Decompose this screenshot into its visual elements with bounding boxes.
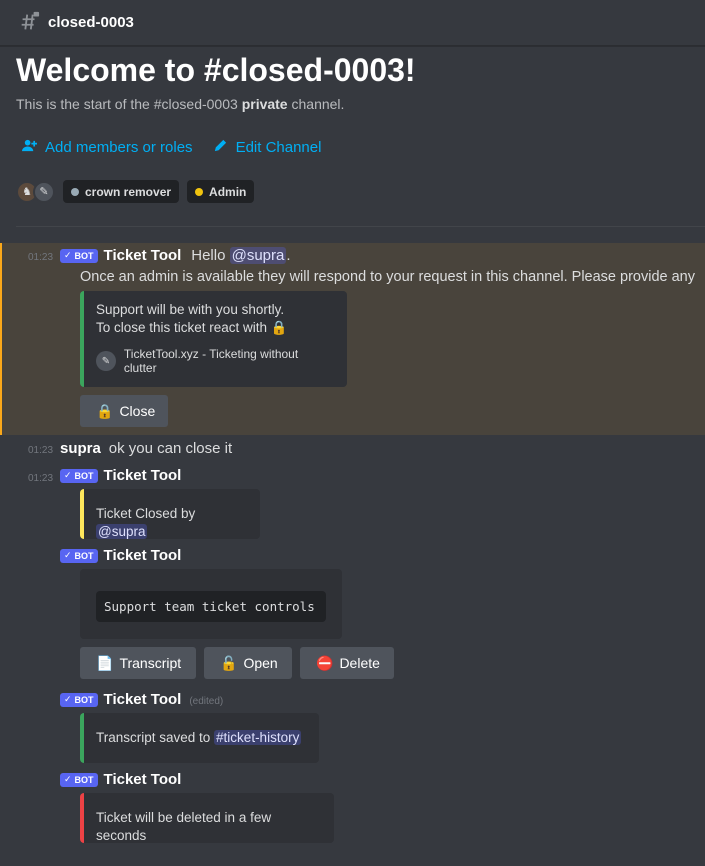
user-mention[interactable]: @supra (229, 247, 287, 264)
bot-tag: ✓ BOT (60, 468, 98, 483)
edit-channel-label: Edit Channel (235, 139, 322, 156)
author-name[interactable]: Ticket Tool (104, 691, 182, 708)
code-block: Support team ticket controls (96, 591, 326, 622)
welcome-subtitle-prefix: This is the start of the #closed-0003 (16, 96, 242, 112)
open-button-label: Open (243, 655, 278, 671)
embed-footer-text: TicketTool.xyz - Ticketing without clutt… (123, 347, 299, 375)
role-chip-crown-remover[interactable]: crown remover (63, 180, 180, 203)
support-embed: Support will be with you shortly. To clo… (80, 291, 347, 387)
author-name[interactable]: Ticket Tool (104, 247, 182, 264)
author-name[interactable]: Ticket Tool (104, 547, 182, 564)
lock-icon: 🔒 (96, 402, 114, 419)
welcome-subtitle: This is the start of the #closed-0003 pr… (16, 96, 416, 112)
close-ticket-button[interactable]: 🔒 Close (80, 395, 168, 427)
embed-line2: To close this ticket react with 🔒 (96, 319, 333, 337)
role-chip-admin[interactable]: Admin (187, 180, 255, 203)
embed-text: Ticket will be deleted in a few seconds (96, 810, 272, 843)
user-mention[interactable]: @supra (96, 524, 148, 539)
channel-header: closed-0003 (0, 0, 705, 46)
bot-tag: ✓ BOT (60, 692, 98, 707)
timestamp: 01:23 (28, 445, 54, 456)
tickettool-footer-icon: ✎ (96, 351, 116, 371)
embed-footer: ✎ TicketTool.xyz - Ticketing without clu… (96, 347, 333, 375)
message-text-suffix: . (286, 247, 291, 264)
close-button-label: Close (119, 403, 156, 419)
message-text: Hello @supra. (191, 247, 291, 264)
welcome-title: Welcome to #closed-0003! (16, 52, 416, 88)
message-header: ✓ BOT Ticket Tool (edited) (60, 691, 223, 708)
bot-tag-label: BOT (74, 550, 94, 561)
message-header: supra ok you can close it (60, 440, 232, 457)
bot-tag-label: BOT (74, 250, 94, 261)
author-name[interactable]: supra (60, 440, 101, 457)
embed-text-prefix: Ticket Closed by (96, 506, 196, 521)
channel-mention[interactable]: #ticket-history (214, 730, 302, 745)
timestamp: 01:23 (28, 473, 54, 484)
edit-channel-button[interactable]: Edit Channel (213, 138, 322, 157)
no-entry-icon: ⛔ (316, 654, 334, 671)
timestamp: 01:23 (28, 252, 54, 263)
message-header: ✓ BOT Ticket Tool (60, 771, 181, 788)
role-label: Admin (209, 184, 247, 199)
ticket-closed-embed: Ticket Closed by @supra (80, 489, 260, 539)
message-text-line2: Once an admin is available they will res… (80, 269, 695, 285)
document-icon: 📄 (96, 654, 114, 671)
embed-line1: Support will be with you shortly. (96, 302, 285, 317)
channel-actions: Add members or roles Edit Channel (22, 138, 321, 157)
pencil-icon (213, 138, 228, 157)
bot-tag: ✓ BOT (60, 548, 98, 563)
channel-title: closed-0003 (48, 14, 134, 31)
edited-label: (edited) (189, 696, 224, 707)
open-ticket-button[interactable]: 🔓 Open (204, 647, 292, 679)
role-color-dot (71, 187, 79, 196)
message-header: ✓ BOT Ticket Tool (60, 547, 181, 564)
ticket-tool-avatar[interactable]: ✎ (33, 180, 55, 203)
bot-tag-label: BOT (74, 694, 94, 705)
embed-text: Transcript saved to #ticket-history (96, 729, 305, 747)
channel-members-row: ♞ ✎ crown remover Admin (16, 180, 255, 203)
embed-text-prefix: Transcript saved to (96, 730, 215, 745)
message-text: ok you can close it (108, 440, 233, 457)
delete-button-label: Delete (339, 655, 380, 671)
lock-icon: 🔒 (270, 320, 288, 335)
delete-ticket-button[interactable]: ⛔ Delete (300, 647, 394, 679)
divider (16, 226, 705, 227)
welcome-subtitle-bold: private (241, 96, 288, 112)
transcript-button-label: Transcript (119, 655, 182, 671)
welcome-subtitle-suffix: channel. (287, 96, 345, 112)
embed-text: Ticket Closed by @supra (96, 505, 246, 541)
add-user-icon (22, 138, 37, 157)
channel-welcome: Welcome to #closed-0003! This is the sta… (16, 50, 416, 112)
author-name[interactable]: Ticket Tool (104, 771, 182, 788)
role-color-dot (195, 187, 204, 196)
transcript-saved-embed: Transcript saved to #ticket-history (80, 713, 319, 763)
bot-tag: ✓ BOT (60, 248, 98, 263)
ticket-deleting-embed: Ticket will be deleted in a few seconds (80, 793, 334, 843)
message-header: ✓ BOT Ticket Tool Hello @supra. (60, 247, 291, 264)
add-members-button[interactable]: Add members or roles (22, 138, 193, 157)
add-members-label: Add members or roles (45, 139, 193, 156)
private-channel-hash-icon (18, 11, 42, 35)
bot-tag-label: BOT (74, 774, 94, 785)
bot-tag-label: BOT (74, 470, 94, 481)
ticket-controls-embed: Support team ticket controls (80, 569, 342, 639)
embed-line2-text: To close this ticket react with (96, 320, 268, 335)
author-name[interactable]: Ticket Tool (104, 467, 182, 484)
message-text-prefix: Hello (191, 247, 230, 264)
unlock-icon: 🔓 (220, 654, 238, 671)
transcript-button[interactable]: 📄 Transcript (80, 647, 196, 679)
bot-tag: ✓ BOT (60, 772, 98, 787)
role-label: crown remover (85, 184, 172, 199)
message-header: ✓ BOT Ticket Tool (60, 467, 181, 484)
